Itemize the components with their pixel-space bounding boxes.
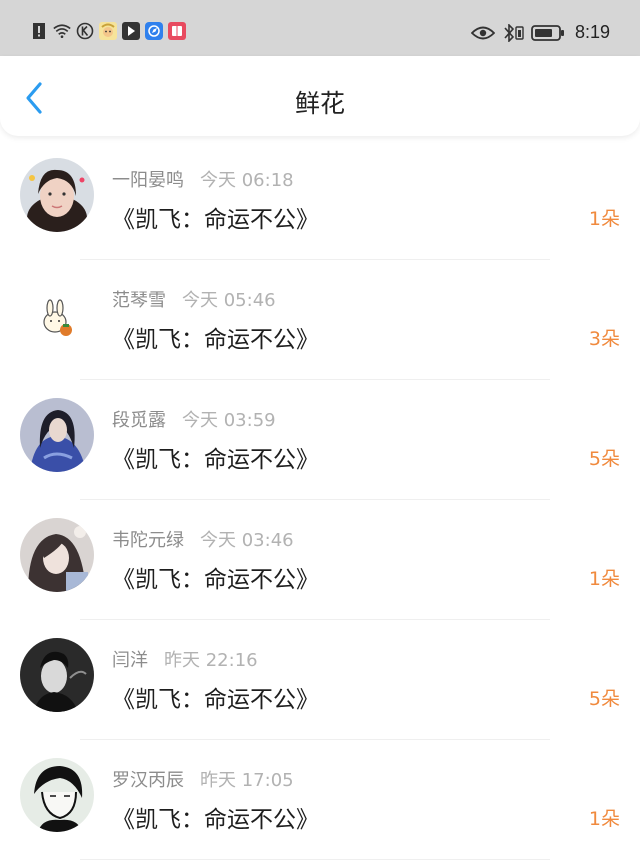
item-meta: 一阳晏鸣 今天 06:18 — [112, 166, 294, 192]
item-meta: 罗汉丙辰 昨天 17:05 — [112, 766, 294, 792]
user-name[interactable]: 段觅露 — [112, 410, 166, 431]
user-name[interactable]: 韦陀元绿 — [112, 530, 184, 551]
timestamp: 昨天 17:05 — [200, 770, 294, 791]
book-title[interactable]: 《凯飞：命运不公》 — [112, 680, 319, 714]
page-title: 鲜花 — [294, 89, 345, 118]
eye-icon — [470, 24, 495, 42]
book-title[interactable]: 《凯飞：命运不公》 — [112, 320, 319, 354]
book-title[interactable]: 《凯飞：命运不公》 — [112, 560, 319, 594]
user-name[interactable]: 范琴雪 — [112, 290, 166, 311]
header: 鲜花 — [0, 56, 640, 136]
timestamp: 昨天 22:16 — [164, 650, 258, 671]
bluetooth-icon — [501, 23, 525, 42]
timestamp: 今天 06:18 — [200, 170, 294, 191]
timestamp: 今天 03:59 — [182, 410, 276, 431]
compass-app-icon — [145, 22, 163, 40]
flower-list: 一阳晏鸣 今天 06:18 《凯飞：命运不公》 1朵 范琴雪 今天 05:46 《凯… — [0, 140, 640, 860]
list-item[interactable]: 范琴雪 今天 05:46 《凯飞：命运不公》 3朵 — [0, 260, 640, 380]
flower-count: 1朵 — [588, 208, 620, 230]
book-app-icon — [168, 22, 186, 40]
status-time: 8:19 — [574, 22, 610, 42]
user-name[interactable]: 一阳晏鸣 — [112, 170, 184, 191]
book-title[interactable]: 《凯飞：命运不公》 — [112, 200, 319, 234]
battery-icon — [531, 24, 565, 42]
status-icons-left — [30, 22, 186, 40]
timestamp: 今天 03:46 — [200, 530, 294, 551]
flower-count: 5朵 — [588, 688, 620, 710]
divider — [80, 859, 550, 860]
avatar[interactable] — [20, 158, 94, 232]
avatar[interactable] — [20, 518, 94, 592]
book-title[interactable]: 《凯飞：命运不公》 — [112, 440, 319, 474]
book-title[interactable]: 《凯飞：命运不公》 — [112, 800, 319, 834]
bookmark-app-icon — [122, 22, 140, 40]
alert-icon — [30, 22, 48, 40]
flower-count: 1朵 — [588, 568, 620, 590]
user-name[interactable]: 罗汉丙辰 — [112, 770, 184, 791]
item-meta: 韦陀元绿 今天 03:46 — [112, 526, 294, 552]
list-item[interactable]: 段觅露 今天 03:59 《凯飞：命运不公》 5朵 — [0, 380, 640, 500]
flower-count: 1朵 — [588, 808, 620, 830]
cartoon-app-icon — [99, 22, 117, 40]
list-item[interactable]: 韦陀元绿 今天 03:46 《凯飞：命运不公》 1朵 — [0, 500, 640, 620]
avatar[interactable] — [20, 758, 94, 832]
status-icons-right: 8:19 — [470, 22, 610, 43]
item-meta: 段觅露 今天 03:59 — [112, 406, 276, 432]
flower-count: 3朵 — [588, 328, 620, 350]
user-name[interactable]: 闫洋 — [112, 650, 148, 671]
item-meta: 范琴雪 今天 05:46 — [112, 286, 276, 312]
timestamp: 今天 05:46 — [182, 290, 276, 311]
list-item[interactable]: 罗汉丙辰 昨天 17:05 《凯飞：命运不公》 1朵 — [0, 740, 640, 860]
avatar[interactable] — [20, 278, 94, 352]
item-meta: 闫洋 昨天 22:16 — [112, 646, 258, 672]
k-app-icon — [76, 22, 94, 40]
flower-count: 5朵 — [588, 448, 620, 470]
avatar[interactable] — [20, 638, 94, 712]
avatar[interactable] — [20, 398, 94, 472]
status-bar: 8:19 — [0, 0, 640, 56]
list-item[interactable]: 一阳晏鸣 今天 06:18 《凯飞：命运不公》 1朵 — [0, 140, 640, 260]
list-item[interactable]: 闫洋 昨天 22:16 《凯飞：命运不公》 5朵 — [0, 620, 640, 740]
wifi-icon — [53, 22, 71, 40]
